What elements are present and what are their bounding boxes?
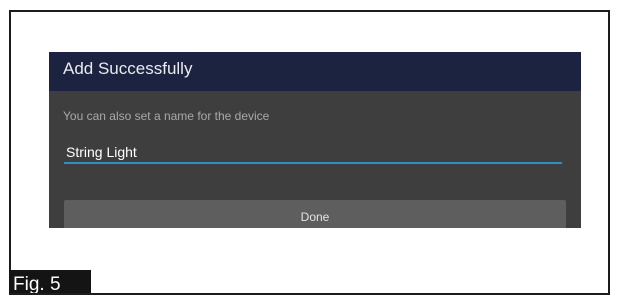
- add-device-dialog: Add Successfully You can also set a name…: [49, 52, 581, 228]
- dialog-header: Add Successfully: [49, 52, 581, 91]
- figure-label-text: Fig. 5: [13, 274, 61, 293]
- done-button-label: Done: [300, 210, 330, 224]
- dialog-message: You can also set a name for the device: [63, 109, 270, 123]
- done-button[interactable]: Done: [64, 200, 566, 228]
- dialog-title: Add Successfully: [63, 59, 193, 78]
- device-name-input[interactable]: [64, 142, 562, 164]
- figure-label: Fig. 5: [9, 270, 91, 293]
